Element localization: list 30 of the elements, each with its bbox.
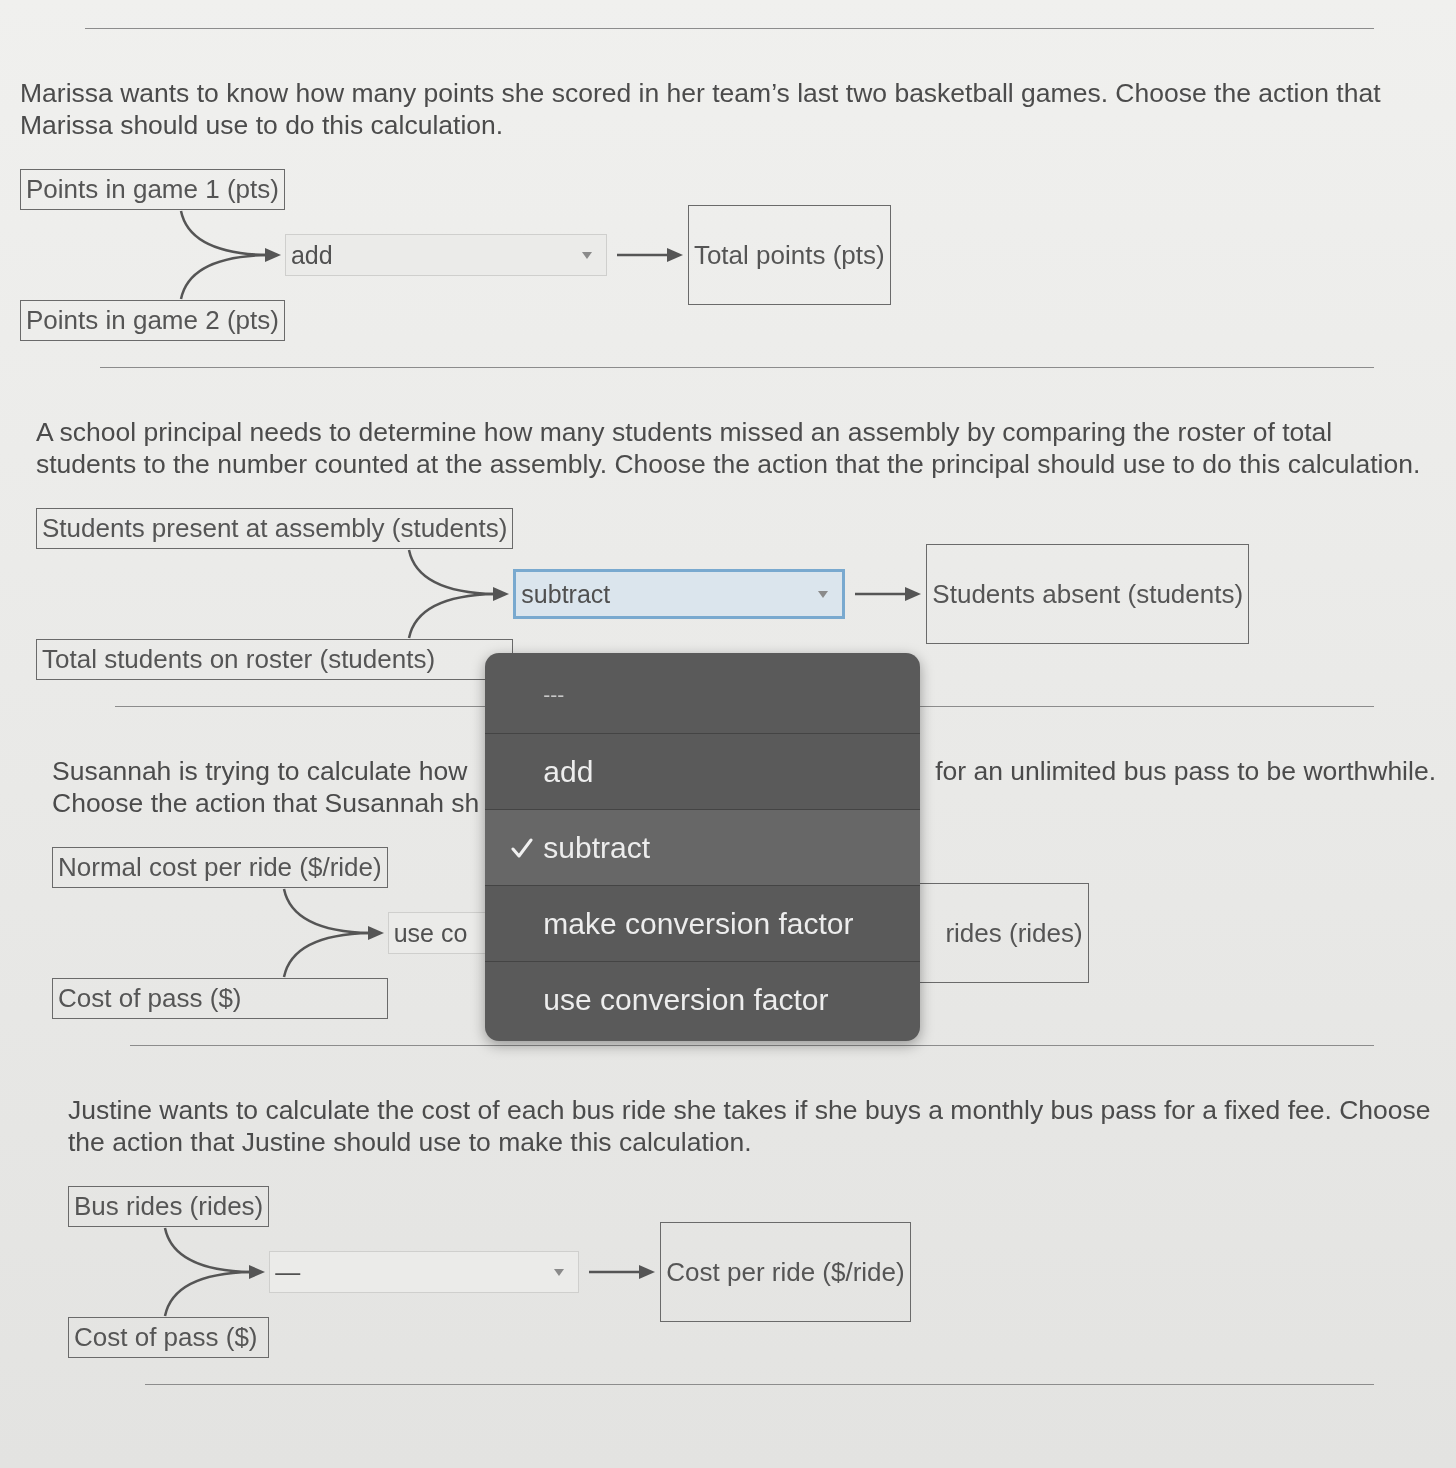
- caret-icon: [581, 251, 592, 259]
- caret-icon: [818, 590, 829, 598]
- question-text: for an unlimited bus pass to be worthwhile.: [935, 755, 1436, 787]
- quantity-label: Students present at assembly (students): [36, 508, 514, 549]
- result-quantity-label: Total points (pts): [687, 205, 891, 305]
- question-text: Susannah is trying to calculate how: [52, 755, 468, 787]
- check-icon: [511, 837, 534, 858]
- quantity-label: Normal cost per ride ($/ride): [52, 847, 388, 888]
- quantity-label: Total students on roster (students): [36, 639, 514, 680]
- menu-option[interactable]: subtract: [485, 809, 921, 885]
- arrow: [589, 1264, 656, 1280]
- arrow: [855, 586, 922, 602]
- quantity-label: Cost of pass ($): [52, 978, 388, 1019]
- action-dropdown[interactable]: subtract: [513, 569, 846, 619]
- quantity-label: Cost of pass ($): [68, 1317, 270, 1358]
- quantity-label: Bus rides (rides): [68, 1186, 270, 1227]
- question-text: A school principal needs to determine how many students missed an assembly by comparing the roster of total students to the number counted at the assembly. Choose the action that the principal should use to do this calculation.: [36, 416, 1422, 480]
- question-text: Justine wants to calculate the cost of each bus ride she takes if she buys a monthly bus pass for a fixed fee. Choose the action that Justine should use to make this calculation.: [68, 1094, 1432, 1158]
- result-quantity-label: Cost per ride ($/ride): [660, 1222, 911, 1322]
- result-quantity-label: Students absent (students): [926, 544, 1250, 644]
- quantity-label: Points in game 2 (pts): [20, 300, 285, 341]
- action-dropdown[interactable]: add: [284, 234, 607, 276]
- question-text: Choose the action that Susannah sh: [52, 787, 480, 819]
- caret-icon: [554, 1268, 565, 1276]
- menu-option[interactable]: make conversion factor: [485, 885, 921, 961]
- menu-option[interactable]: use conversion factor: [485, 961, 921, 1037]
- quantity-label: Points in game 1 (pts): [20, 169, 285, 210]
- action-dropdown[interactable]: —: [269, 1251, 580, 1293]
- arrow: [616, 247, 683, 263]
- question-text: Marissa wants to know how many points she scored in her team’s last two basketball games. Choose the action that Marissa should use to do this calculation.: [20, 77, 1382, 141]
